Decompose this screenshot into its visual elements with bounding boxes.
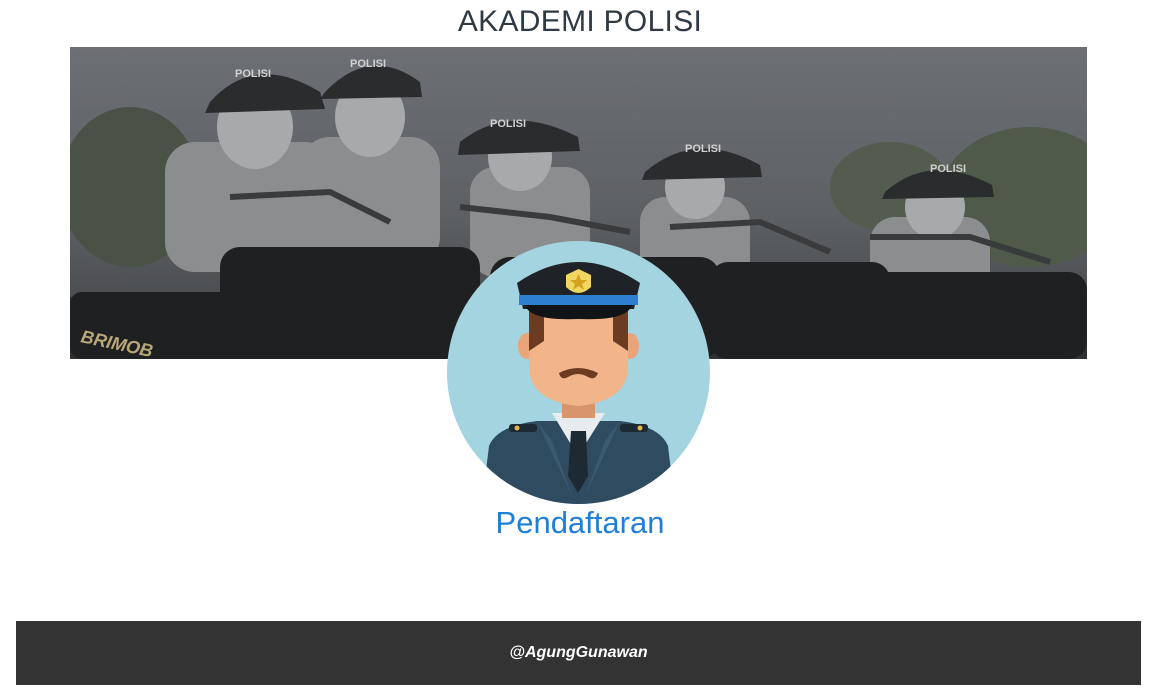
helmet-label: POLISI	[685, 143, 721, 155]
page: AKADEMI POLISI POLISI POLISI POLISI POLI…	[0, 0, 1160, 691]
footer-credit: @AgungGunawan	[509, 644, 648, 661]
helmet-label: POLISI	[490, 118, 526, 130]
helmet-label: POLISI	[930, 163, 966, 175]
helmet-label: POLISI	[235, 68, 271, 80]
police-officer-avatar-icon	[447, 241, 710, 504]
page-title: AKADEMI POLISI	[457, 5, 703, 38]
helmet-label: POLISI	[350, 58, 386, 70]
registration-link[interactable]: Pendaftaran	[0, 503, 1160, 543]
footer: @AgungGunawan	[16, 621, 1141, 685]
police-avatar-link[interactable]	[447, 241, 710, 504]
